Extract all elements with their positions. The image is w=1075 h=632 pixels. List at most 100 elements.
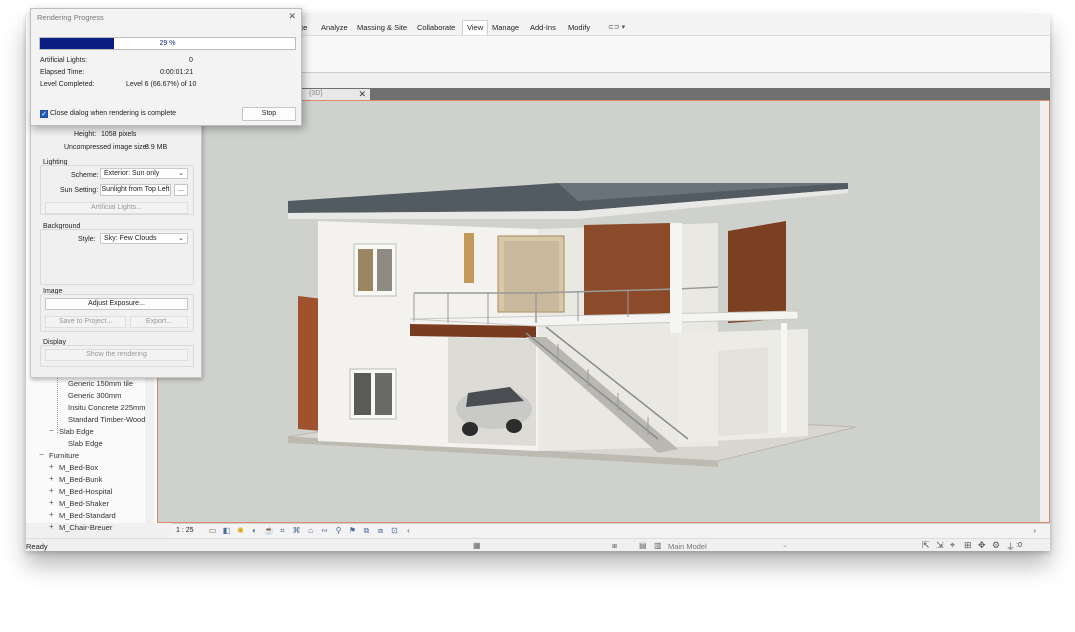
expand-icon[interactable]: + bbox=[49, 486, 54, 495]
workset-icon[interactable]: ▤ bbox=[639, 541, 647, 550]
select-pinned-icon[interactable]: ⌖ bbox=[950, 540, 955, 551]
model-icon[interactable]: ▥ bbox=[654, 541, 662, 550]
elapsed-time-value: 0:00:01:21 bbox=[160, 69, 194, 76]
browser-scrollbar[interactable] bbox=[145, 377, 154, 523]
view-tab-label: {3D} bbox=[309, 90, 323, 97]
elapsed-time-label: Elapsed Time: bbox=[40, 69, 85, 76]
tree-item[interactable]: M_Bed-Box bbox=[59, 463, 98, 472]
background-processes-icon[interactable]: ⚙ bbox=[992, 540, 1000, 551]
constraints-icon[interactable]: ⊡ bbox=[390, 526, 399, 535]
chevron-down-icon[interactable]: ⌄ bbox=[782, 541, 788, 549]
select-by-face-icon[interactable]: ⊞ bbox=[964, 540, 972, 551]
collapse-icon[interactable]: − bbox=[39, 450, 44, 459]
tree-item[interactable]: Generic 300mm bbox=[68, 391, 121, 400]
crop-region-icon[interactable]: ⌘ bbox=[292, 526, 301, 535]
temporary-properties-icon[interactable]: ⧉ bbox=[362, 526, 371, 535]
level-completed-label: Level Completed: bbox=[40, 81, 95, 88]
tree-item[interactable]: Generic 150mm tile bbox=[68, 379, 133, 388]
close-icon[interactable]: ✕ bbox=[288, 11, 296, 22]
chevron-down-icon: ⌄ bbox=[178, 235, 184, 242]
scheme-select-value: Exterior: Sun only bbox=[104, 170, 160, 177]
expand-icon[interactable]: + bbox=[49, 498, 54, 507]
background-style-select[interactable]: Sky: Few Clouds ⌄ bbox=[100, 233, 188, 244]
reveal-hidden-icon[interactable]: ⚲ bbox=[334, 526, 343, 535]
tab-analyze[interactable]: Analyze bbox=[321, 23, 348, 32]
tab-view[interactable]: View bbox=[462, 20, 489, 35]
status-text: Ready bbox=[26, 542, 48, 551]
close-on-complete-label: Close dialog when rendering is complete bbox=[50, 110, 177, 117]
sun-path-icon[interactable]: ✺ bbox=[236, 526, 245, 535]
tab-collaborate[interactable]: Collaborate bbox=[417, 23, 455, 32]
tree-item[interactable]: Standard Timber-Wood F bbox=[68, 415, 152, 424]
adjust-exposure-button[interactable]: Adjust Exposure... bbox=[45, 298, 188, 310]
expand-icon[interactable]: + bbox=[49, 522, 54, 531]
tree-item[interactable]: Insitu Concrete 225mm bbox=[68, 403, 146, 412]
viewport-vertical-scrollbar[interactable] bbox=[1040, 101, 1049, 522]
visual-style-icon[interactable]: ◧ bbox=[222, 526, 231, 535]
crop-view-icon[interactable]: ⌗ bbox=[278, 526, 287, 535]
temporary-hide-icon[interactable]: ∾ bbox=[320, 526, 329, 535]
lock-view-icon[interactable]: ⌂ bbox=[306, 526, 315, 535]
select-underlay-icon[interactable]: ⇲ bbox=[936, 540, 944, 551]
sun-setting-button[interactable]: Sunlight from Top Left bbox=[100, 184, 171, 196]
tree-item[interactable]: M_Bed-Shaker bbox=[59, 499, 109, 508]
stop-button[interactable]: Stop bbox=[242, 107, 296, 121]
select-links-icon[interactable]: ⇱ bbox=[922, 540, 930, 551]
artificial-lights-button[interactable]: Artificial Lights... bbox=[45, 202, 188, 214]
shadows-icon[interactable]: ◐ bbox=[250, 526, 259, 535]
render-icon[interactable]: ☕ bbox=[264, 526, 274, 535]
filter-icon[interactable]: ⏚ bbox=[1006, 540, 1015, 551]
editable-only-icon[interactable]: ⧆ bbox=[612, 541, 617, 551]
height-value: 1058 pixels bbox=[101, 131, 137, 138]
artificial-lights-value: 0 bbox=[189, 57, 193, 64]
analytical-model-icon[interactable]: ⧈ bbox=[376, 526, 385, 535]
image-size-value: 8.9 MB bbox=[145, 144, 168, 151]
scroll-right-icon[interactable]: › bbox=[1033, 526, 1036, 535]
expand-icon[interactable]: + bbox=[49, 510, 54, 519]
tab-manage[interactable]: Manage bbox=[492, 23, 519, 32]
sun-setting-more-button[interactable]: ... bbox=[174, 184, 188, 196]
rendering-panel: Height: 1058 pixels Uncompressed image s… bbox=[30, 110, 202, 378]
tab-3d-view[interactable]: {3D} ✕ bbox=[300, 89, 370, 100]
artificial-lights-label: Artificial Lights: bbox=[40, 57, 88, 64]
scheme-select[interactable]: Exterior: Sun only ⌄ bbox=[100, 168, 188, 179]
tree-item-furniture[interactable]: Furniture bbox=[49, 451, 79, 460]
tab-massing-site[interactable]: Massing & Site bbox=[357, 23, 407, 32]
export-button[interactable]: Export... bbox=[130, 316, 188, 328]
3d-viewport[interactable] bbox=[157, 100, 1050, 523]
save-to-project-button[interactable]: Save to Project... bbox=[45, 316, 126, 328]
tree-item-slab-edge[interactable]: Slab Edge bbox=[59, 427, 94, 436]
contextual-dropdown-icon[interactable]: ⊂⊃ ▾ bbox=[608, 23, 625, 31]
expand-icon[interactable]: + bbox=[49, 462, 54, 471]
design-options-icon[interactable]: ▦ bbox=[473, 541, 481, 550]
style-label: Style: bbox=[78, 236, 96, 243]
show-rendering-button[interactable]: Show the rendering bbox=[45, 349, 188, 361]
tree-item[interactable]: M_Chair-Breuer bbox=[59, 523, 112, 532]
sun-setting-label: Sun Setting: bbox=[60, 187, 99, 194]
tab-add-ins[interactable]: Add-Ins bbox=[530, 23, 556, 32]
tree-item[interactable]: M_Bed-Bunk bbox=[59, 475, 102, 484]
tab-modify[interactable]: Modify bbox=[568, 23, 590, 32]
view-control-icons: ▭ ◧ ✺ ◐ ☕ ⌗ ⌘ ⌂ ∾ ⚲ ⚑ ⧉ ⧈ ⊡ ‹ bbox=[208, 526, 438, 536]
status-bar: Ready ▦ ⧆ ▤ ▥ Main Model ⌄ ⇱ ⇲ ⌖ ⊞ ✥ ⚙ ⏚… bbox=[26, 538, 1050, 551]
active-model-select[interactable]: Main Model bbox=[668, 542, 707, 551]
close-icon[interactable]: ✕ bbox=[358, 89, 366, 100]
detail-level-icon[interactable]: ▭ bbox=[208, 526, 217, 535]
scheme-label: Scheme: bbox=[71, 172, 99, 179]
collapse-icon[interactable]: − bbox=[49, 426, 54, 435]
tree-item[interactable]: M_Bed-Hospital bbox=[59, 487, 112, 496]
worksharing-icon[interactable]: ⚑ bbox=[348, 526, 357, 535]
progress-percent: 29 % bbox=[159, 40, 176, 47]
view-scale[interactable]: 1 : 25 bbox=[176, 527, 194, 534]
tree-item[interactable]: Slab Edge bbox=[68, 439, 103, 448]
dialog-title: Rendering Progress bbox=[37, 13, 104, 22]
height-label: Height: bbox=[74, 131, 97, 138]
close-on-complete-checkbox[interactable]: ✓ bbox=[40, 110, 48, 118]
expand-icon[interactable]: + bbox=[49, 474, 54, 483]
view-control-bar: 1 : 25 ▭ ◧ ✺ ◐ ☕ ⌗ ⌘ ⌂ ∾ ⚲ ⚑ ⧉ ⧈ ⊡ ‹ › bbox=[172, 523, 1050, 537]
house-model-render bbox=[287, 183, 857, 467]
drag-elements-icon[interactable]: ✥ bbox=[978, 540, 986, 551]
tree-item[interactable]: M_Bed-Standard bbox=[59, 511, 116, 520]
image-size-label: Uncompressed image size: bbox=[64, 144, 149, 151]
scroll-left-icon[interactable]: ‹ bbox=[404, 526, 413, 535]
